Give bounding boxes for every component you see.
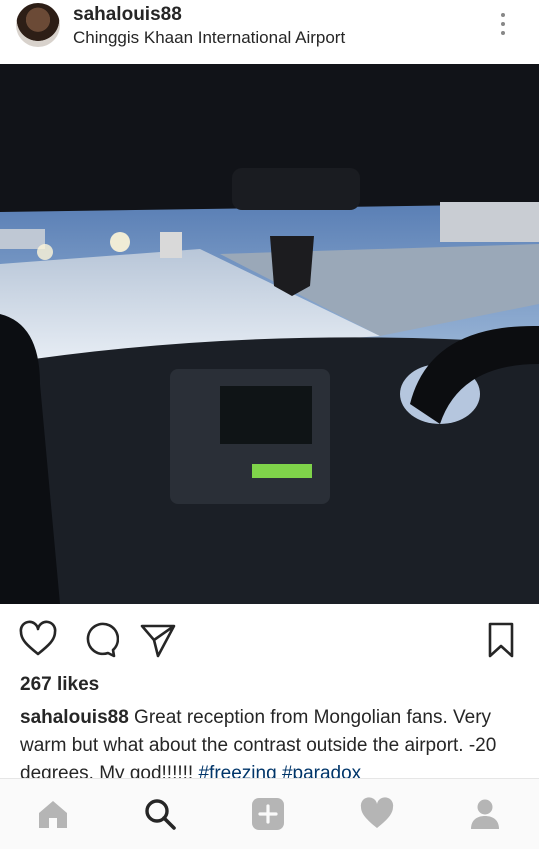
avatar[interactable] xyxy=(16,3,60,47)
add-icon[interactable] xyxy=(250,796,286,832)
post-username[interactable]: sahalouis88 xyxy=(73,4,182,26)
post-header: sahalouis88 Chinggis Khaan International… xyxy=(0,0,539,64)
post-photo[interactable] xyxy=(0,64,539,604)
car-interior-image xyxy=(0,64,539,604)
profile-icon[interactable] xyxy=(467,796,503,832)
home-icon[interactable] xyxy=(35,796,71,832)
more-options-icon[interactable] xyxy=(494,10,512,42)
comment-icon[interactable] xyxy=(79,620,120,660)
bookmark-icon[interactable] xyxy=(482,620,522,660)
activity-heart-icon[interactable] xyxy=(359,796,395,832)
caption-username[interactable]: sahalouis88 xyxy=(20,707,129,728)
bottom-navigation xyxy=(0,778,539,849)
post-location[interactable]: Chinggis Khaan International Airport xyxy=(73,28,345,48)
heart-icon[interactable] xyxy=(18,620,58,660)
action-bar xyxy=(0,604,539,674)
share-icon[interactable] xyxy=(138,620,178,660)
post-caption: sahalouis88 Great reception from Mongoli… xyxy=(20,704,525,782)
search-icon[interactable] xyxy=(142,796,178,832)
likes-count[interactable]: 267 likes xyxy=(20,674,99,696)
